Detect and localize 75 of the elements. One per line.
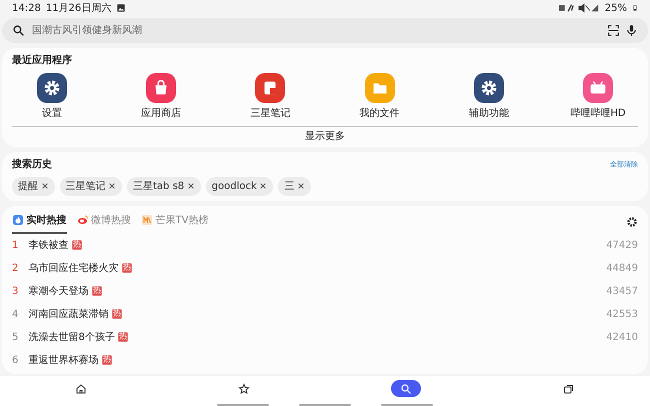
- settings-icon[interactable]: [626, 216, 638, 228]
- trending-tab[interactable]: 微博热搜: [76, 210, 131, 234]
- trending-row[interactable]: 1 李铁被查 热 47429: [12, 234, 638, 256]
- trending-title: 河南回应蔬菜滞销: [28, 308, 108, 322]
- close-icon[interactable]: [296, 182, 305, 190]
- search-count: 44849: [606, 262, 638, 276]
- search-count: 42410: [606, 330, 638, 344]
- app-label: 哔哩哔哩HD: [570, 106, 626, 120]
- history-chip[interactable]: 提醒: [12, 176, 54, 196]
- trending-row[interactable]: 3 寒潮今天登场 热 43457: [12, 280, 638, 302]
- rank-number: 3: [12, 284, 20, 298]
- hot-badge: 热: [122, 263, 132, 273]
- trending-row[interactable]: 4 河南回应蔬菜滞销 热 42553: [12, 302, 638, 326]
- flame-icon: [12, 214, 24, 226]
- status-icons: [558, 3, 600, 13]
- rank-number: 4: [12, 308, 20, 322]
- clock-time: 14:28: [12, 2, 41, 16]
- hot-badge: 热: [102, 355, 112, 365]
- hot-badge: 热: [112, 309, 122, 319]
- app-label: 我的文件: [360, 106, 400, 120]
- section-title: 最近应用程序: [12, 53, 73, 68]
- search-count: 43457: [606, 284, 638, 298]
- search-icon: [12, 24, 25, 37]
- close-icon[interactable]: [259, 182, 268, 190]
- app-shortcut[interactable]: 哔哩哔哩HD: [558, 73, 638, 120]
- image-icon: [116, 3, 126, 13]
- show-more-link[interactable]: 显示更多: [305, 131, 345, 142]
- app-label: 设置: [42, 106, 62, 120]
- close-icon[interactable]: [186, 182, 195, 190]
- section-title: 搜索历史: [12, 158, 52, 172]
- app-shortcut[interactable]: 三星笔记: [230, 73, 310, 120]
- close-icon[interactable]: [108, 182, 116, 190]
- search-bar[interactable]: 国潮古风引领健身新风潮: [2, 18, 648, 43]
- search-count: 47429: [606, 238, 638, 252]
- history-chip[interactable]: 三星tab s8: [127, 176, 201, 196]
- history-chip[interactable]: goodlock: [206, 176, 274, 196]
- app-label: 应用商店: [141, 106, 182, 120]
- trending-title: 李铁被查: [28, 238, 68, 252]
- rank-number: 2: [12, 262, 20, 276]
- trending-title: 寒潮今天登场: [28, 284, 88, 298]
- star-icon: [238, 382, 250, 394]
- hot-badge: 热: [118, 332, 128, 342]
- rank-number: 1: [12, 238, 20, 252]
- eye-icon: [76, 214, 88, 226]
- app-shortcut[interactable]: 设置: [12, 73, 92, 120]
- search-field[interactable]: 国潮古风引领健身新风潮: [30, 22, 602, 39]
- trending-row[interactable]: 5 洗澡去世留8个孩子 热 42410: [12, 326, 638, 348]
- close-icon[interactable]: [40, 182, 48, 190]
- search-count: 42553: [606, 308, 638, 322]
- history-chip[interactable]: 三星笔记: [60, 176, 122, 196]
- trending-row[interactable]: 6 重返世界杯赛场 热: [12, 348, 638, 372]
- trending-title: 洗澡去世留8个孩子: [28, 330, 115, 344]
- app-shortcut[interactable]: 我的文件: [340, 73, 420, 120]
- history-chip[interactable]: 三: [278, 176, 311, 196]
- app-label: 三星笔记: [250, 106, 290, 120]
- scan-icon[interactable]: [607, 24, 620, 37]
- microphone-icon[interactable]: [625, 24, 638, 37]
- rank-number: 6: [12, 354, 20, 368]
- rank-number: 5: [12, 330, 20, 344]
- status-date: 11月26日周六: [46, 2, 112, 16]
- trending-title: 乌市回应住宅楼火灾: [28, 262, 118, 276]
- hot-badge: 热: [72, 240, 82, 250]
- trending-title: 重返世界杯赛场: [28, 354, 98, 368]
- home-icon: [75, 382, 88, 394]
- battery-percent: 25%: [604, 2, 627, 16]
- app-shortcut[interactable]: 辅助功能: [448, 73, 529, 120]
- hot-badge: 热: [92, 286, 102, 296]
- app-label: 辅助功能: [468, 106, 509, 120]
- app-shortcut[interactable]: 应用商店: [121, 73, 202, 120]
- battery-icon: [632, 3, 638, 13]
- search-icon: [400, 382, 412, 394]
- trending-tab[interactable]: 芒果TV热榜: [141, 210, 208, 234]
- trending-row[interactable]: 2 乌市回应住宅楼火灾 热 44849: [12, 256, 638, 280]
- tabs-icon: [562, 382, 575, 394]
- trending-tab[interactable]: 实时热搜: [12, 210, 66, 234]
